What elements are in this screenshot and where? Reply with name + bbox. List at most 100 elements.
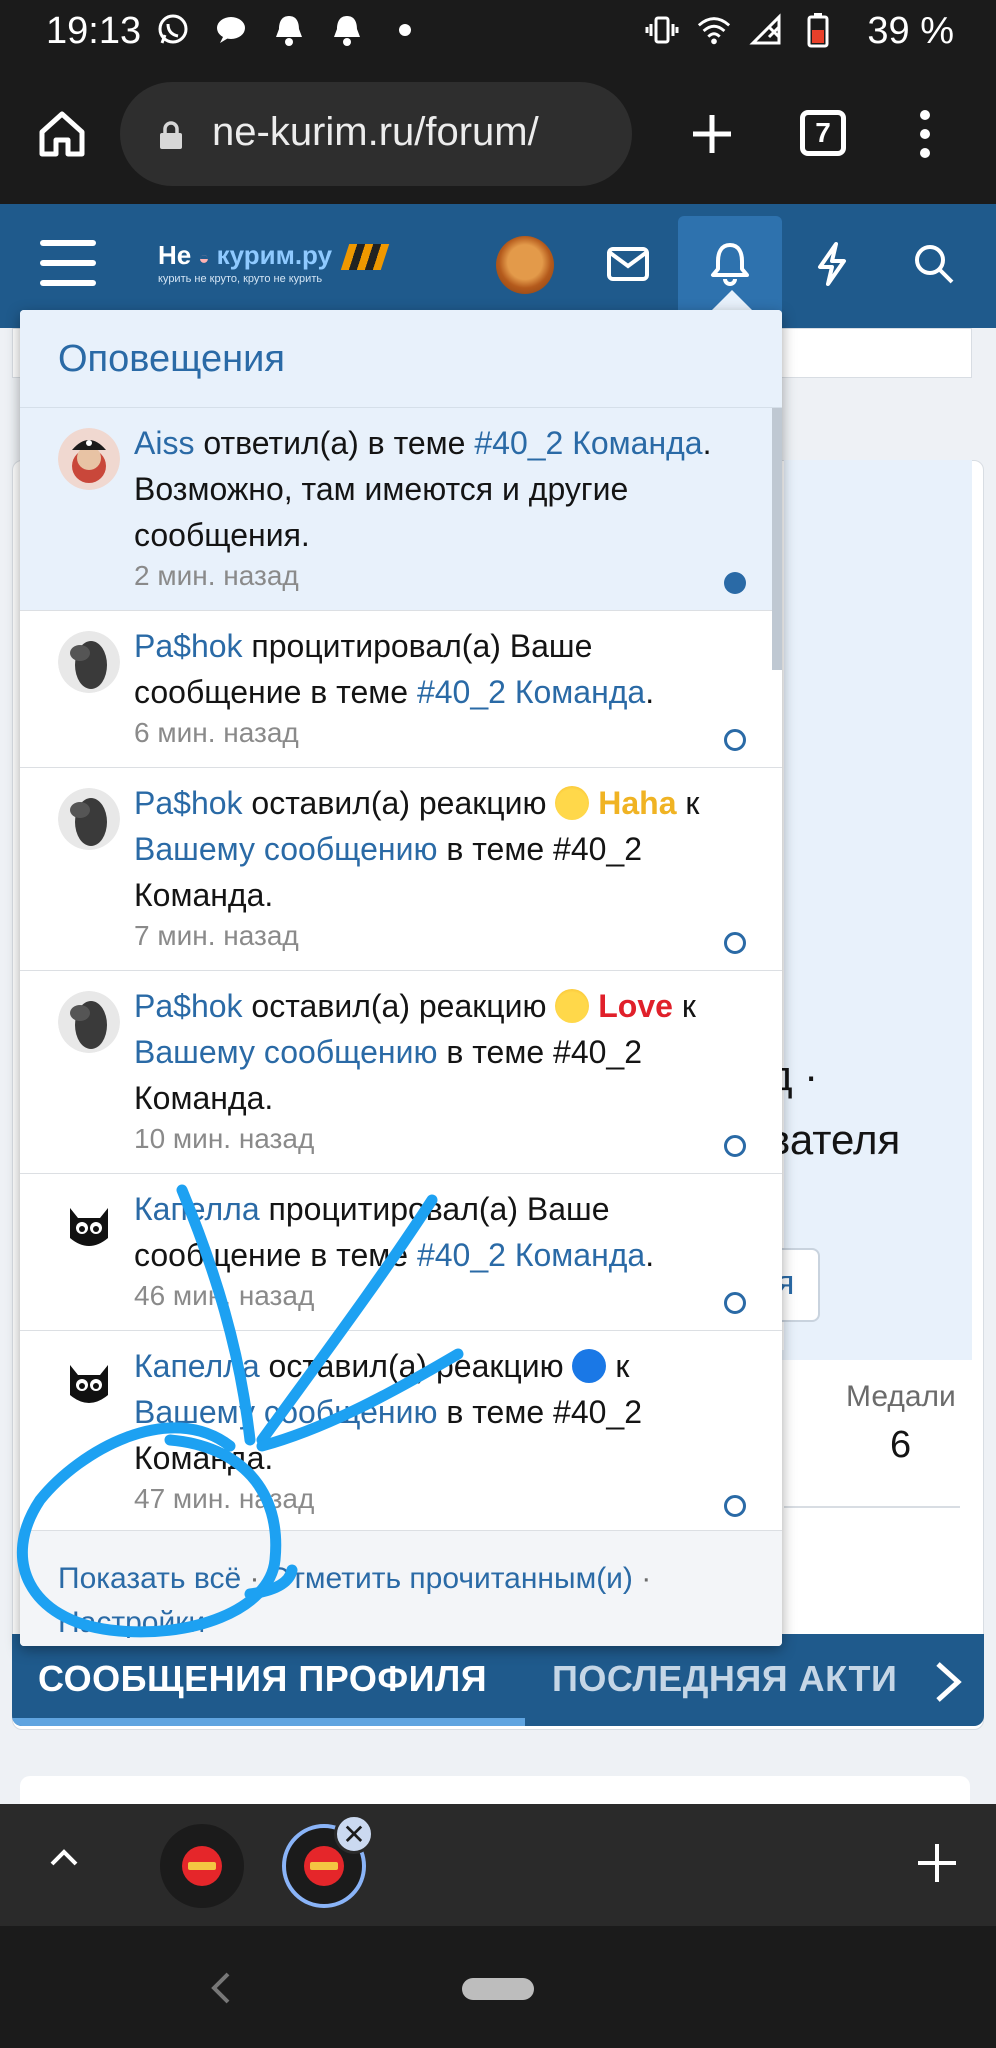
bg-text-fragment: вателя <box>768 1116 901 1163</box>
post-link[interactable]: Вашему сообщению <box>134 1394 437 1430</box>
thread-link[interactable]: #40_2 Команда <box>474 425 702 461</box>
lock-icon <box>160 121 182 149</box>
notification-time: 7 мин. назад <box>134 920 299 951</box>
home-gesture-pill[interactable] <box>462 1978 534 2000</box>
address-bar[interactable]: ne-kurim.ru/forum/ <box>120 82 632 186</box>
notification-text: Капелла процитировал(а) Ваше сообщение в… <box>134 1191 655 1273</box>
divider <box>782 1350 972 1360</box>
notification-time: 10 мин. назад <box>134 1123 315 1154</box>
dropdown-footer: Показать всё · Отметить прочитанным(и) ·… <box>20 1530 782 1646</box>
ribbon-icon <box>341 244 390 271</box>
medals-value: 6 <box>890 1424 912 1466</box>
divider <box>784 1506 960 1508</box>
whatsapp-icon <box>155 12 191 48</box>
system-nav-bar <box>0 1926 996 2048</box>
back-gesture-icon[interactable] <box>206 1968 236 2008</box>
status-bar: 19:13 39 % <box>0 0 996 66</box>
chevron-up-icon[interactable] <box>44 1838 84 1878</box>
post-link[interactable]: Вашему сообщению <box>134 831 437 867</box>
mark-read-link[interactable]: Отметить прочитанным(и) <box>268 1562 633 1595</box>
notification-time: 47 мин. назад <box>134 1483 315 1514</box>
thread-link[interactable]: #40_2 Команда <box>417 674 645 710</box>
username-link[interactable]: Pa$hok <box>134 988 243 1024</box>
dot-icon <box>387 12 423 48</box>
unread-indicator-icon[interactable] <box>724 572 746 594</box>
read-indicator-icon[interactable] <box>724 932 746 954</box>
notification-time: 6 мин. назад <box>134 717 299 748</box>
notification-item[interactable]: Pa$hok процитировал(а) Ваше сообщение в … <box>20 611 782 768</box>
notification-list: Aiss ответил(а) в теме #40_2 Команда. Во… <box>20 408 782 1530</box>
reaction-label: Haha <box>598 785 677 821</box>
haha-emoji-icon <box>555 786 590 820</box>
battery-percent: 39 % <box>867 10 954 52</box>
site-favicon-icon <box>182 1846 222 1886</box>
profile-tabs: СООБЩЕНИЯ ПРОФИЛЯ ПОСЛЕДНЯЯ АКТИ <box>12 1634 984 1726</box>
show-all-link[interactable]: Показать всё <box>58 1562 241 1595</box>
dropdown-header: Оповещения <box>20 310 782 408</box>
chevron-right-icon[interactable] <box>928 1658 968 1706</box>
message-icon <box>213 12 249 48</box>
avatar-kapella[interactable] <box>58 1351 120 1413</box>
new-tab-button[interactable] <box>680 102 744 166</box>
settings-link[interactable]: Настройки <box>58 1606 205 1639</box>
wifi-icon <box>696 12 732 48</box>
logo-tagline: курить не круто, круто не курить <box>158 273 323 285</box>
search-icon[interactable] <box>904 234 964 294</box>
avatar-pashok[interactable] <box>58 788 120 850</box>
plus-icon[interactable] <box>912 1838 962 1888</box>
avatar-pashok[interactable] <box>58 991 120 1053</box>
hamburger-menu-icon[interactable] <box>40 240 96 286</box>
active-tab-indicator <box>12 1718 525 1726</box>
avatar-kapella[interactable] <box>58 1194 120 1256</box>
read-indicator-icon[interactable] <box>724 1495 746 1517</box>
notification-item[interactable]: Капелла процитировал(а) Ваше сообщение в… <box>20 1174 782 1331</box>
thread-link[interactable]: #40_2 Команда <box>417 1237 645 1273</box>
avatar-pashok[interactable] <box>58 631 120 693</box>
site-logo[interactable]: Не ◒ курим.ру курить не круто, круто не … <box>158 240 390 285</box>
alerts-bell-icon[interactable] <box>700 234 760 294</box>
scrollbar[interactable] <box>772 408 782 670</box>
read-indicator-icon[interactable] <box>724 1292 746 1314</box>
vibrate-icon <box>644 12 680 48</box>
battery-icon <box>800 12 836 48</box>
inbox-icon[interactable] <box>598 234 658 294</box>
notification-icons <box>155 12 423 48</box>
username-link[interactable]: Pa$hok <box>134 785 243 821</box>
logo-text: Не ◒ курим.ру <box>158 240 390 271</box>
browser-toolbar: ne-kurim.ru/forum/ 7 <box>0 66 996 204</box>
site-favicon-icon <box>304 1846 344 1886</box>
home-button[interactable] <box>30 102 94 166</box>
username-link[interactable]: Капелла <box>134 1348 260 1384</box>
bell-icon <box>271 12 307 48</box>
tab-switcher-button[interactable]: 7 <box>800 110 846 156</box>
medals-label: Медали <box>846 1380 956 1413</box>
notification-item[interactable]: Капелла оставил(а) реакцию к Вашему сооб… <box>20 1331 782 1530</box>
thumbs-up-emoji-icon <box>572 1349 607 1383</box>
read-indicator-icon[interactable] <box>724 729 746 751</box>
post-link[interactable]: Вашему сообщению <box>134 1034 437 1070</box>
tab-thumbnail[interactable] <box>160 1824 244 1908</box>
notification-text: Pa$hok процитировал(а) Ваше сообщение в … <box>134 628 655 710</box>
close-tab-icon[interactable]: ✕ <box>334 1814 374 1854</box>
username-link[interactable]: Aiss <box>134 425 194 461</box>
notification-text: Pa$hok оставил(а) реакцию Love к Вашему … <box>134 988 696 1116</box>
footer-links: Показать всё · Отметить прочитанным(и) ·… <box>58 1562 652 1639</box>
overflow-menu-button[interactable] <box>905 102 945 166</box>
avatar-pirate[interactable] <box>58 428 120 490</box>
notification-text: Aiss ответил(а) в теме #40_2 Команда. Во… <box>134 425 712 553</box>
notification-item[interactable]: Pa$hok оставил(а) реакцию Haha к Вашему … <box>20 768 782 971</box>
reaction-label: Love <box>598 988 673 1024</box>
username-link[interactable]: Pa$hok <box>134 628 243 664</box>
tab-profile-posts[interactable]: СООБЩЕНИЯ ПРОФИЛЯ <box>38 1658 487 1700</box>
notification-item[interactable]: Aiss ответил(а) в теме #40_2 Команда. Во… <box>20 408 782 611</box>
user-avatar[interactable] <box>496 236 554 294</box>
bell-icon <box>329 12 365 48</box>
notification-text: Pa$hok оставил(а) реакцию Haha к Вашему … <box>134 785 700 913</box>
plus-icon <box>693 115 731 153</box>
whats-new-bolt-icon[interactable] <box>802 234 862 294</box>
home-icon <box>39 111 85 157</box>
notification-item[interactable]: Pa$hok оставил(а) реакцию Love к Вашему … <box>20 971 782 1174</box>
username-link[interactable]: Капелла <box>134 1191 260 1227</box>
tab-latest-activity[interactable]: ПОСЛЕДНЯЯ АКТИ <box>552 1658 897 1700</box>
read-indicator-icon[interactable] <box>724 1135 746 1157</box>
